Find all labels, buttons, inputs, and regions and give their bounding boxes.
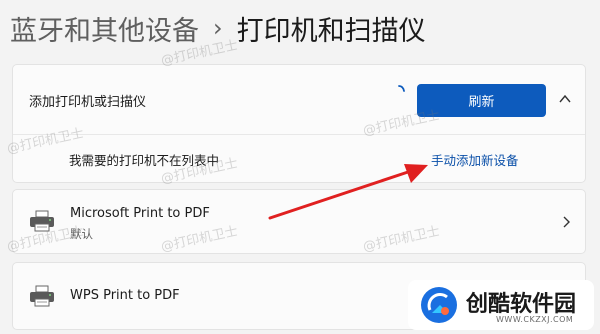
logo-url: WWW.CKZXJ.COM xyxy=(496,315,574,324)
chevron-up-icon[interactable] xyxy=(558,92,572,106)
device-name: WPS Print to PDF xyxy=(70,288,180,303)
loading-spinner-icon xyxy=(398,85,405,92)
manual-add-device-link[interactable]: 手动添加新设备 xyxy=(431,150,519,169)
breadcrumb-parent[interactable]: 蓝牙和其他设备 xyxy=(10,9,199,48)
printer-icon xyxy=(30,285,54,307)
add-printer-group: 添加打印机或扫描仪 刷新 我需要的打印机不在列表中 手动添加新设备 xyxy=(12,64,586,183)
device-name: Microsoft Print to PDF xyxy=(70,206,210,221)
logo-name: 创酷软件园 xyxy=(466,292,577,317)
device-item[interactable]: Microsoft Print to PDF 默认 xyxy=(12,189,586,254)
page-title: 打印机和扫描仪 xyxy=(236,15,426,47)
site-logo-icon xyxy=(421,287,457,323)
site-logo-badge: 创酷软件园 WWW.CKZXJ.COM xyxy=(408,280,594,330)
chevron-right-icon xyxy=(563,216,570,228)
add-printer-header[interactable]: 添加打印机或扫描仪 刷新 xyxy=(13,65,585,135)
add-printer-label: 添加打印机或扫描仪 xyxy=(29,95,147,110)
